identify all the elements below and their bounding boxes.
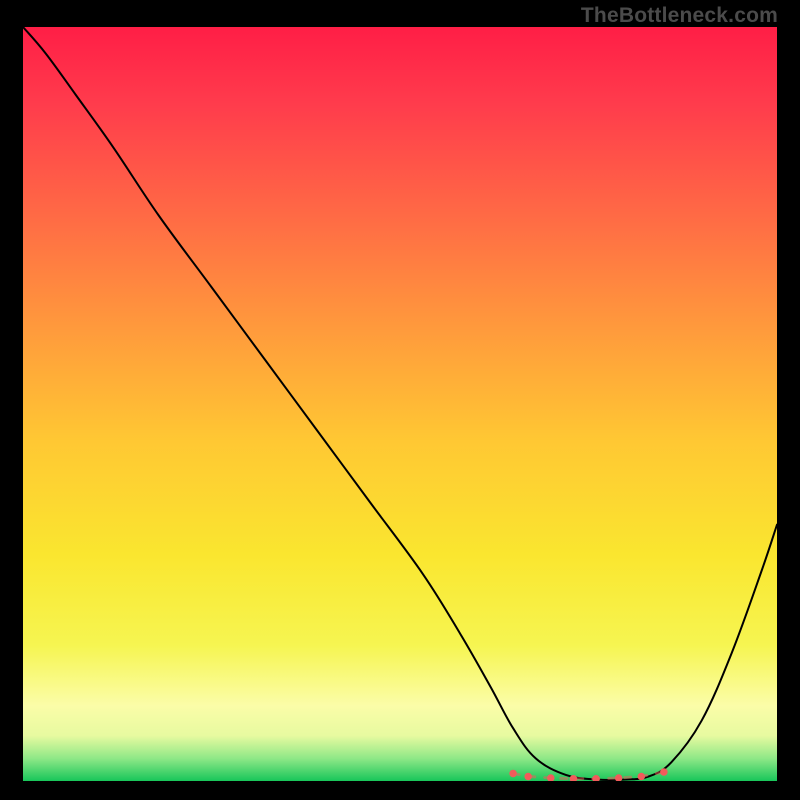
gradient-background [23,27,777,781]
bottleneck-chart [23,27,777,781]
watermark-text: TheBottleneck.com [581,4,778,28]
